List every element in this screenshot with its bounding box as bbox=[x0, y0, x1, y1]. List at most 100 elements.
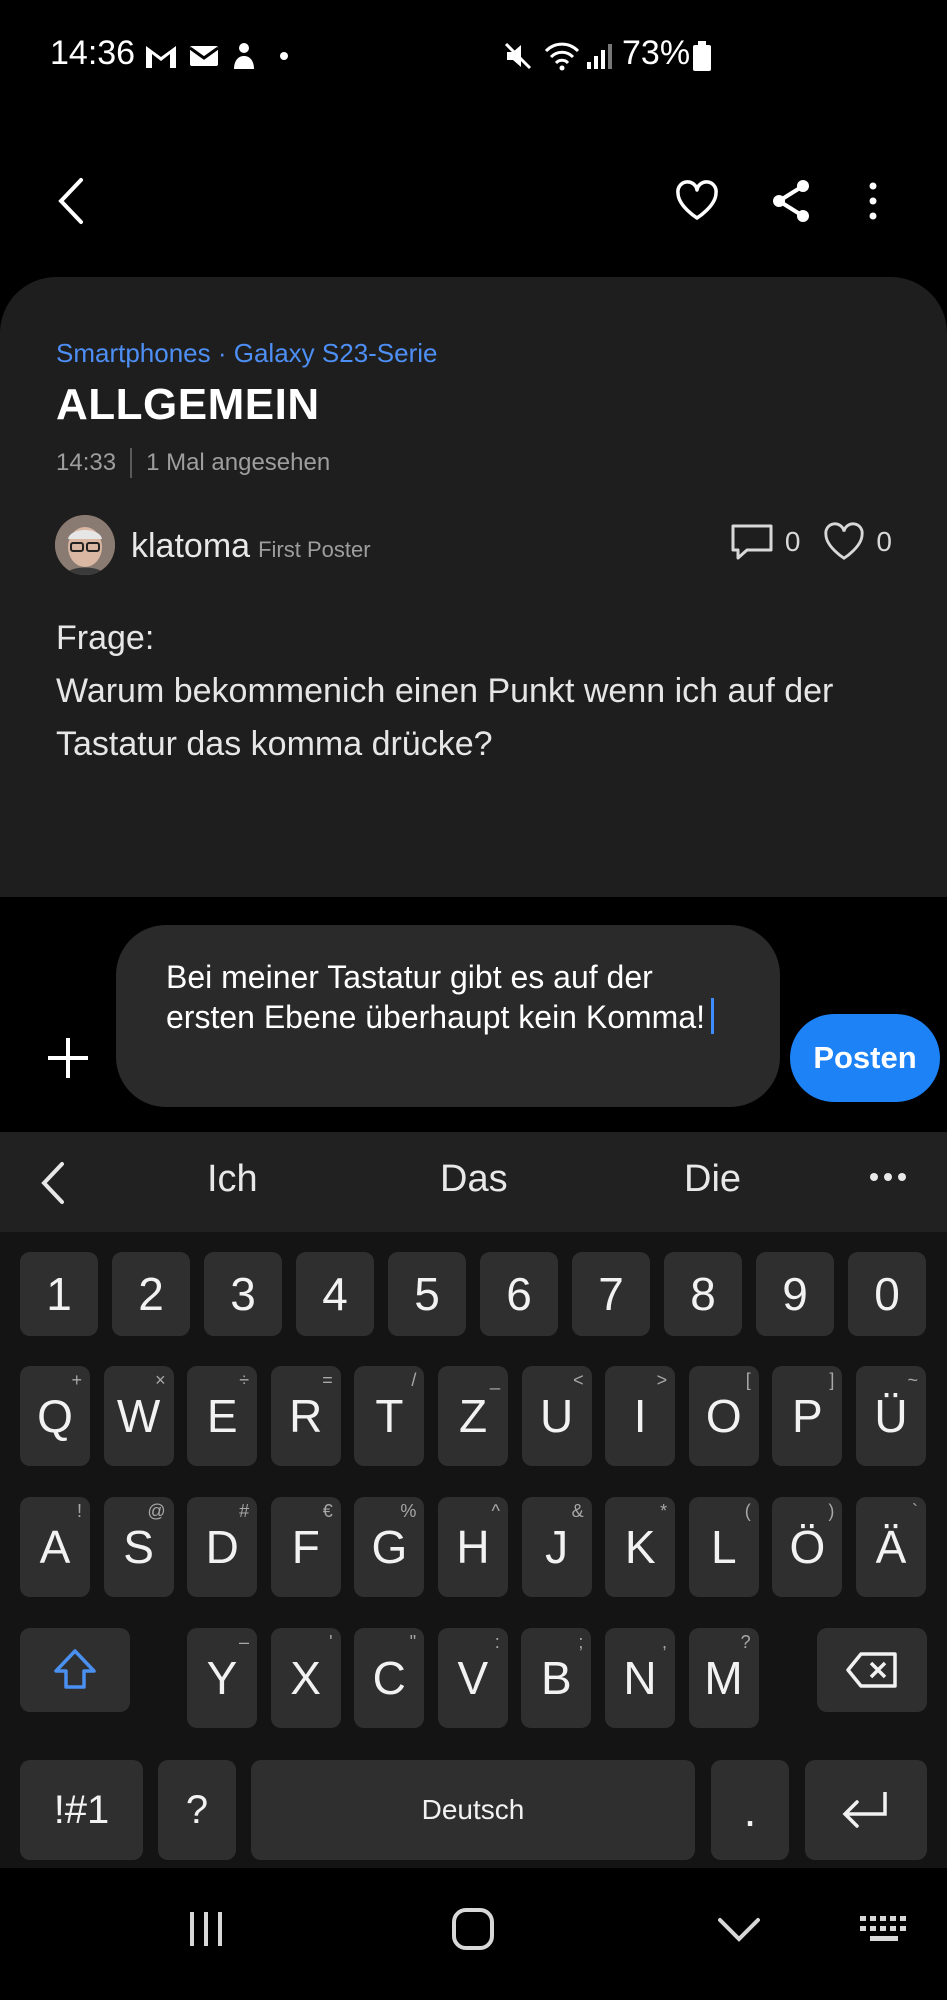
key-label: X bbox=[290, 1652, 321, 1704]
key-label: J bbox=[545, 1521, 569, 1573]
post-button[interactable]: Posten bbox=[790, 1014, 940, 1102]
key-label: H bbox=[456, 1521, 490, 1573]
key-i[interactable]: I > bbox=[605, 1366, 676, 1466]
key-j[interactable]: J & bbox=[521, 1497, 592, 1597]
key-w[interactable]: W × bbox=[103, 1366, 174, 1466]
author-line[interactable]: klatoma First Poster bbox=[131, 527, 371, 566]
key-m[interactable]: M? bbox=[688, 1628, 759, 1728]
enter-key[interactable] bbox=[805, 1760, 927, 1860]
keyboard-icon bbox=[860, 1916, 906, 1941]
key-q[interactable]: Q + bbox=[20, 1366, 90, 1466]
symbols-key[interactable]: !#1 bbox=[20, 1760, 143, 1860]
key-v[interactable]: V: bbox=[437, 1628, 508, 1728]
suggestion-back-button[interactable] bbox=[36, 1158, 72, 1213]
like-count: 0 bbox=[876, 526, 892, 557]
key-7[interactable]: 7 bbox=[572, 1252, 650, 1336]
key-r[interactable]: R = bbox=[270, 1366, 341, 1466]
backspace-key[interactable] bbox=[817, 1628, 927, 1712]
heart-icon bbox=[676, 180, 718, 220]
battery-percent: 73% bbox=[622, 34, 691, 72]
post-body-text: Warum bekommenich einen Punkt wenn ich a… bbox=[56, 672, 834, 763]
recent-apps-button[interactable] bbox=[186, 1908, 226, 1955]
key-n[interactable]: N, bbox=[605, 1628, 675, 1728]
key-f[interactable]: F € bbox=[270, 1497, 341, 1597]
suggestion-1[interactable]: Ich bbox=[207, 1158, 258, 1201]
key-label: Ü bbox=[874, 1390, 908, 1442]
key-c[interactable]: C " bbox=[354, 1628, 425, 1728]
key-t[interactable]: T / bbox=[354, 1366, 425, 1466]
key-l[interactable]: L( bbox=[688, 1497, 759, 1597]
back-button[interactable] bbox=[36, 166, 106, 236]
key-alt-label: ? bbox=[740, 1632, 751, 1652]
key-2[interactable]: 2 bbox=[112, 1252, 190, 1336]
keyboard-switch-button[interactable] bbox=[858, 1914, 910, 1951]
key-alt-label: / bbox=[411, 1370, 417, 1390]
key-e[interactable]: E ÷ bbox=[187, 1366, 258, 1466]
share-button[interactable] bbox=[756, 166, 826, 236]
key-z[interactable]: Z _ bbox=[438, 1366, 508, 1466]
chevron-left-icon bbox=[58, 178, 83, 224]
key-9[interactable]: 9 bbox=[756, 1252, 834, 1336]
post-card bbox=[0, 277, 947, 897]
key-ü[interactable]: Ü ~ bbox=[856, 1366, 926, 1466]
post-body-line: Frage: bbox=[56, 619, 155, 657]
post-title: ALLGEMEIN bbox=[56, 380, 320, 429]
key-ä[interactable]: Ä ` bbox=[856, 1497, 926, 1597]
shift-key[interactable] bbox=[20, 1628, 130, 1712]
key-ö[interactable]: Ö) bbox=[772, 1497, 843, 1597]
key-alt-label: ; bbox=[578, 1632, 584, 1652]
key-d[interactable]: D # bbox=[187, 1497, 258, 1597]
key-alt-label: + bbox=[71, 1370, 82, 1390]
key-label: 2 bbox=[138, 1268, 164, 1320]
key-3[interactable]: 3 bbox=[204, 1252, 282, 1336]
key-p[interactable]: P] bbox=[772, 1366, 843, 1466]
period-key[interactable]: . bbox=[711, 1760, 789, 1860]
keyboard-more-button[interactable] bbox=[868, 1170, 908, 1188]
more-options-button[interactable] bbox=[838, 166, 908, 236]
key-x[interactable]: X ' bbox=[270, 1628, 341, 1728]
key-s[interactable]: S @ bbox=[103, 1497, 174, 1597]
space-key[interactable]: Deutsch bbox=[251, 1760, 695, 1860]
key-0[interactable]: 0 bbox=[848, 1252, 926, 1336]
key-label: T bbox=[375, 1390, 404, 1442]
key-label: M bbox=[704, 1652, 743, 1704]
key-alt-label: ( bbox=[744, 1501, 751, 1521]
key-b[interactable]: B; bbox=[521, 1628, 592, 1728]
key-label: O bbox=[705, 1390, 742, 1442]
suggestion-3[interactable]: Die bbox=[684, 1158, 741, 1201]
key-k[interactable]: K * bbox=[605, 1497, 676, 1597]
key-h[interactable]: H ^ bbox=[438, 1497, 508, 1597]
home-button[interactable] bbox=[450, 1906, 496, 1957]
key-4[interactable]: 4 bbox=[296, 1252, 374, 1336]
post-stats: 0 0 bbox=[729, 522, 892, 562]
key-a[interactable]: A! bbox=[20, 1497, 90, 1597]
key-label: Z bbox=[458, 1390, 488, 1442]
key-o[interactable]: O[ bbox=[688, 1366, 759, 1466]
key-label: P bbox=[792, 1390, 823, 1442]
author-name[interactable]: klatoma bbox=[131, 527, 250, 565]
gmail-icon bbox=[142, 38, 180, 74]
chevron-down-icon bbox=[718, 1918, 760, 1942]
add-attachment-button[interactable] bbox=[44, 1034, 92, 1082]
suggestion-2[interactable]: Das bbox=[440, 1158, 508, 1201]
key-1[interactable]: 1 bbox=[20, 1252, 98, 1336]
key-label: 5 bbox=[414, 1268, 440, 1320]
question-key[interactable]: ? bbox=[158, 1760, 236, 1860]
key-y[interactable]: Y – bbox=[187, 1628, 257, 1728]
hide-keyboard-button[interactable] bbox=[716, 1916, 762, 1949]
breadcrumb[interactable]: Smartphones · Galaxy S23-Serie bbox=[56, 338, 438, 369]
like-button[interactable] bbox=[662, 166, 732, 236]
key-6[interactable]: 6 bbox=[480, 1252, 558, 1336]
key-alt-label: ~ bbox=[907, 1370, 918, 1390]
key-5[interactable]: 5 bbox=[388, 1252, 466, 1336]
key-u[interactable]: U < bbox=[521, 1366, 592, 1466]
key-label: 6 bbox=[506, 1268, 532, 1320]
keyboard: 1234567890 Q + W × E ÷ R = T / Z _ U < I > O[P] Ü ~ A! S @ D #… bbox=[0, 1232, 947, 1868]
avatar[interactable] bbox=[55, 515, 115, 575]
key-alt-label: < bbox=[573, 1370, 584, 1390]
wifi-icon bbox=[542, 38, 582, 74]
key-8[interactable]: 8 bbox=[664, 1252, 742, 1336]
meta-divider bbox=[130, 448, 133, 478]
reply-input-text[interactable]: Bei meiner Tastatur gibt es auf der erst… bbox=[166, 957, 726, 1037]
key-g[interactable]: G% bbox=[354, 1497, 425, 1597]
